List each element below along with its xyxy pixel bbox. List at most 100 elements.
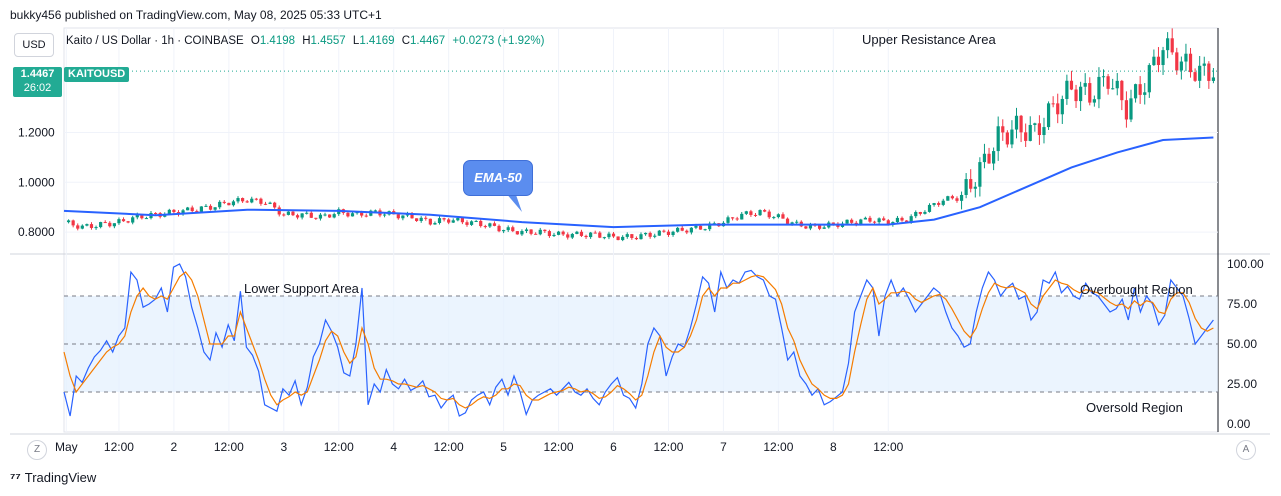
candle-body bbox=[992, 151, 996, 164]
candle-body bbox=[94, 227, 98, 229]
candle-body bbox=[231, 201, 236, 206]
candle-body bbox=[488, 223, 492, 227]
candle-body bbox=[469, 221, 474, 225]
candle-body bbox=[282, 214, 286, 216]
candle-body bbox=[515, 231, 519, 235]
candle-body bbox=[666, 231, 671, 236]
candle-body bbox=[1024, 132, 1028, 141]
candle-body bbox=[662, 230, 666, 232]
candle-body bbox=[776, 214, 780, 218]
candle-body bbox=[259, 198, 263, 204]
ohlc-open-value: 1.4198 bbox=[259, 35, 296, 47]
time-tick-label: 12:00 bbox=[544, 440, 574, 454]
candle-body bbox=[1019, 115, 1023, 133]
time-tick-label: 3 bbox=[280, 440, 287, 454]
currency-button[interactable]: USD bbox=[14, 33, 54, 57]
candle-body bbox=[332, 214, 336, 218]
candle-body bbox=[872, 221, 877, 223]
candle-body bbox=[534, 233, 538, 235]
candle-body bbox=[268, 202, 272, 204]
candle-body bbox=[1166, 38, 1170, 51]
time-tick-label: 12:00 bbox=[324, 440, 354, 454]
candle-body bbox=[309, 212, 313, 218]
candle-body bbox=[80, 225, 84, 229]
candle-body bbox=[76, 225, 80, 229]
candle-body bbox=[923, 211, 927, 214]
ohlc-high-value: 1.4557 bbox=[310, 35, 346, 47]
candle-body bbox=[735, 218, 739, 220]
candle-body bbox=[529, 229, 533, 234]
candle-body bbox=[447, 219, 451, 223]
candle-body bbox=[1051, 103, 1055, 105]
candle-body bbox=[1115, 80, 1119, 89]
ema-annotation: EMA-50 bbox=[463, 160, 533, 196]
oversold-label: Oversold Region bbox=[1086, 400, 1183, 415]
candle-body bbox=[1193, 72, 1197, 81]
candle-body bbox=[456, 217, 460, 221]
ticker-tag: KAITOUSD bbox=[64, 67, 130, 82]
candle-body bbox=[112, 223, 116, 227]
candle-body bbox=[479, 220, 483, 227]
candle-body bbox=[973, 186, 977, 189]
candle-body bbox=[598, 232, 602, 238]
candle-body bbox=[543, 229, 547, 232]
candle-body bbox=[1014, 115, 1019, 130]
symbol-legend: Kaito / US Dollar · 1h · COINBASE O1.419… bbox=[66, 35, 545, 47]
time-tick-label: 12:00 bbox=[214, 440, 244, 454]
candle-body bbox=[552, 234, 556, 237]
auto-scale-a-button[interactable]: A bbox=[1236, 440, 1256, 460]
candle-body bbox=[190, 207, 194, 212]
candle-body bbox=[415, 218, 419, 221]
candle-body bbox=[433, 223, 437, 225]
candle-body bbox=[208, 205, 213, 210]
tradingview-brand: ⁷⁷ TradingView bbox=[10, 470, 96, 485]
candle-body bbox=[186, 207, 190, 211]
candle-body bbox=[1124, 100, 1129, 120]
candle-body bbox=[575, 231, 579, 234]
candle-body bbox=[240, 198, 245, 202]
candle-body bbox=[561, 231, 565, 235]
zoom-z-button[interactable]: Z bbox=[27, 440, 47, 460]
candle-body bbox=[89, 224, 94, 228]
candle-body bbox=[753, 214, 758, 216]
candle-body bbox=[1129, 98, 1133, 120]
candle-body bbox=[273, 202, 277, 208]
candle-body bbox=[1010, 129, 1014, 145]
candle-body bbox=[740, 213, 744, 220]
price-tag-countdown: 26:02 bbox=[23, 82, 52, 94]
candle-body bbox=[1156, 56, 1161, 66]
candle-body bbox=[630, 234, 634, 238]
candle-body bbox=[547, 231, 552, 237]
candle-body bbox=[1111, 88, 1115, 90]
candle-body bbox=[643, 232, 648, 235]
ohlc-low-value: 1.4169 bbox=[359, 35, 395, 47]
candle-body bbox=[914, 212, 918, 217]
time-tick-label: 12:00 bbox=[653, 440, 683, 454]
price-change: +0.0273 (+1.92%) bbox=[452, 35, 545, 47]
candle-body bbox=[382, 214, 387, 216]
chart-canvas[interactable]: 1.20001.00000.8000 100.0075.0050.0025.00… bbox=[0, 0, 1281, 496]
candle-body bbox=[218, 201, 222, 208]
candle-body bbox=[250, 198, 254, 203]
candle-body bbox=[318, 214, 323, 219]
time-tick-label: 8 bbox=[830, 440, 837, 454]
candle-body bbox=[236, 198, 240, 202]
candle-body bbox=[772, 217, 776, 219]
candle-body bbox=[1056, 103, 1060, 115]
candle-body bbox=[1069, 80, 1074, 90]
candle-body bbox=[492, 223, 497, 226]
candle-body bbox=[1184, 53, 1188, 62]
candle-body bbox=[1198, 65, 1202, 81]
candle-body bbox=[932, 203, 936, 205]
candle-body bbox=[767, 211, 771, 218]
candle-body bbox=[172, 209, 176, 213]
price-tag-value: 1.4467 bbox=[20, 68, 55, 80]
time-tick-label: 4 bbox=[390, 440, 397, 454]
candle-body bbox=[795, 221, 799, 223]
candle-body bbox=[653, 235, 657, 237]
candle-body bbox=[689, 227, 693, 233]
candle-body bbox=[859, 219, 863, 225]
candle-body bbox=[506, 227, 510, 231]
candle-body bbox=[103, 222, 107, 224]
candle-body bbox=[703, 229, 707, 231]
